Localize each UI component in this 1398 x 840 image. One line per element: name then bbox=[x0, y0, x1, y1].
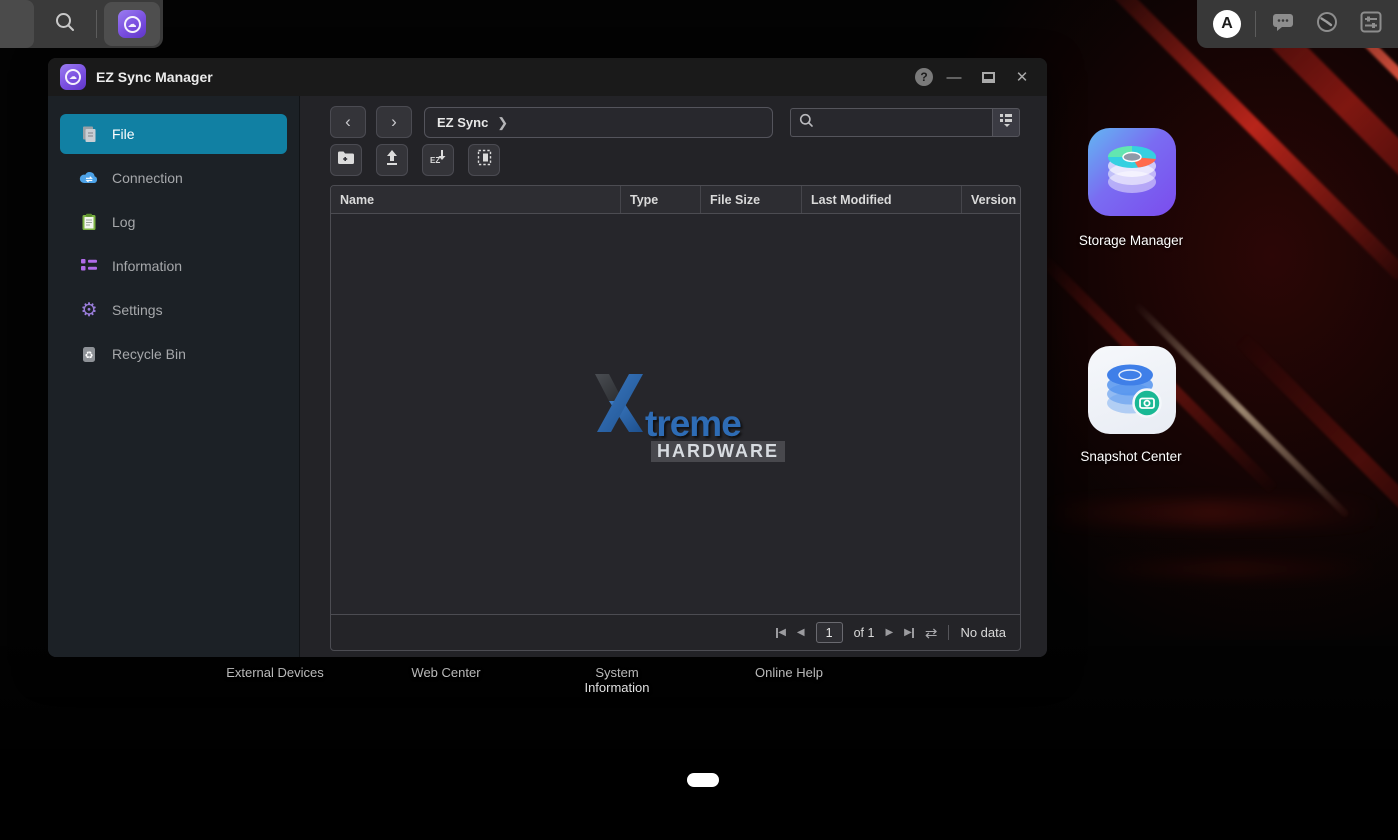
shortcut-label-external-devices[interactable]: External Devices bbox=[205, 665, 345, 680]
shortcut-label-online-help[interactable]: Online Help bbox=[729, 665, 849, 680]
window-title: EZ Sync Manager bbox=[96, 69, 907, 85]
column-header-type[interactable]: Type bbox=[621, 186, 701, 213]
forward-button[interactable]: › bbox=[376, 106, 412, 138]
status-text: No data bbox=[960, 625, 1006, 640]
breadcrumb[interactable]: EZ Sync ❯ bbox=[424, 107, 773, 138]
file-view: ‹ › EZ Sync ❯ bbox=[300, 96, 1047, 657]
column-header-filesize[interactable]: File Size bbox=[701, 186, 802, 213]
storage-manager-icon bbox=[1100, 138, 1164, 207]
sidebar-item-label: Connection bbox=[112, 170, 183, 186]
sidebar-item-settings[interactable]: ⚙ Settings bbox=[60, 290, 287, 330]
column-header-lastmodified[interactable]: Last Modified bbox=[802, 186, 962, 213]
snapshot-center-shortcut[interactable] bbox=[1088, 346, 1176, 434]
ezsync-window: ☁ EZ Sync Manager ? — ✕ File bbox=[48, 58, 1047, 657]
table-body[interactable]: treme HARDWARE bbox=[331, 214, 1020, 614]
maximize-icon bbox=[982, 72, 995, 83]
sidebar-item-information[interactable]: Information bbox=[60, 246, 287, 286]
chevron-right-icon: ❯ bbox=[497, 115, 508, 131]
window-titlebar[interactable]: ☁ EZ Sync Manager ? — ✕ bbox=[48, 58, 1047, 96]
sidebar-item-recycle-bin[interactable]: ♻ Recycle Bin bbox=[60, 334, 287, 374]
recycle-bin-icon: ♻ bbox=[79, 344, 99, 364]
taskbar-left: ☁ bbox=[0, 0, 163, 48]
last-page-button[interactable]: ▶ bbox=[904, 627, 914, 638]
upload-button[interactable] bbox=[376, 144, 408, 176]
gauge-icon bbox=[1315, 10, 1339, 39]
taskbar-right: A bbox=[1197, 0, 1398, 48]
taskbar-handle[interactable] bbox=[0, 0, 34, 48]
new-folder-button[interactable] bbox=[330, 144, 362, 176]
ezsync-app-icon: ☁ bbox=[118, 10, 146, 38]
storage-manager-shortcut[interactable] bbox=[1088, 128, 1176, 216]
sidebar-item-log[interactable]: Log bbox=[60, 202, 287, 242]
shortcut-label-web-center[interactable]: Web Center bbox=[386, 665, 506, 680]
ezsync-window-icon: ☁ bbox=[60, 64, 86, 90]
file-icon bbox=[79, 124, 99, 144]
close-button[interactable]: ✕ bbox=[1009, 64, 1035, 90]
column-header-name[interactable]: Name bbox=[331, 186, 621, 213]
sidebar-item-label: Log bbox=[112, 214, 135, 230]
back-button[interactable]: ‹ bbox=[330, 106, 366, 138]
sidebar: File Connection Log bbox=[48, 96, 300, 657]
global-search-button[interactable] bbox=[38, 2, 92, 46]
new-folder-icon bbox=[337, 150, 355, 170]
selection-rect-icon bbox=[477, 149, 492, 171]
shortcut-label-system-information[interactable]: System Information bbox=[572, 665, 662, 695]
maximize-button[interactable] bbox=[975, 64, 1001, 90]
upload-icon bbox=[384, 149, 400, 171]
help-button[interactable]: ? bbox=[915, 68, 933, 86]
sidebar-item-file[interactable]: File bbox=[60, 114, 287, 154]
search-icon bbox=[799, 113, 814, 133]
preferences-button[interactable] bbox=[1354, 7, 1388, 41]
cloud-connection-icon bbox=[79, 168, 99, 188]
user-avatar[interactable]: A bbox=[1213, 10, 1241, 38]
xtreme-x-glyph bbox=[593, 372, 645, 439]
watermark-treme-text: treme bbox=[645, 409, 741, 439]
refresh-icon[interactable]: ⇄ bbox=[925, 624, 938, 642]
log-clipboard-icon bbox=[79, 212, 99, 232]
pagination-bar: ◀ ◀ of 1 ▶ ▶ ⇄ No data bbox=[331, 614, 1020, 650]
svg-text:EZ: EZ bbox=[430, 156, 440, 165]
sidebar-item-label: File bbox=[112, 126, 135, 142]
snapshot-center-icon bbox=[1100, 355, 1164, 426]
taskbar-pill-handle[interactable] bbox=[687, 773, 719, 787]
ezsync-download-button[interactable]: EZ bbox=[422, 144, 454, 176]
file-table: Name Type File Size Last Modified Versio… bbox=[330, 185, 1021, 651]
shortcut-label: Snapshot Center bbox=[1061, 449, 1201, 464]
watermark-hardware-text: HARDWARE bbox=[651, 441, 785, 462]
svg-text:♻: ♻ bbox=[85, 351, 94, 362]
gear-icon: ⚙ bbox=[79, 300, 99, 320]
sidebar-item-label: Information bbox=[112, 258, 182, 274]
page-number-input[interactable] bbox=[816, 622, 843, 643]
divider bbox=[948, 625, 949, 640]
notifications-button[interactable] bbox=[1266, 7, 1300, 41]
table-header: Name Type File Size Last Modified Versio… bbox=[331, 186, 1020, 214]
column-header-version[interactable]: Version bbox=[962, 186, 1020, 213]
activity-monitor-button[interactable] bbox=[1310, 7, 1344, 41]
search-field[interactable] bbox=[790, 108, 992, 137]
breadcrumb-path: EZ Sync bbox=[437, 115, 488, 130]
chat-bubble-icon bbox=[1272, 12, 1294, 37]
xtreme-hardware-watermark: treme HARDWARE bbox=[593, 372, 813, 462]
next-page-button[interactable]: ▶ bbox=[885, 627, 893, 638]
search-icon bbox=[54, 11, 76, 38]
page-count-label: of 1 bbox=[854, 626, 875, 640]
search-area bbox=[790, 108, 1020, 137]
shortcut-label: Storage Manager bbox=[1061, 233, 1201, 248]
sliders-icon bbox=[1360, 11, 1382, 38]
first-page-button[interactable]: ◀ bbox=[776, 627, 786, 638]
sidebar-item-connection[interactable]: Connection bbox=[60, 158, 287, 198]
select-mode-button[interactable] bbox=[468, 144, 500, 176]
desktop: ☁ A ☁ EZ Sync Manager bbox=[0, 0, 1398, 840]
sidebar-item-label: Settings bbox=[112, 302, 163, 318]
sidebar-item-label: Recycle Bin bbox=[112, 346, 186, 362]
list-view-icon bbox=[999, 113, 1013, 132]
previous-page-button[interactable]: ◀ bbox=[797, 627, 805, 638]
taskbar-app-ezsync[interactable]: ☁ bbox=[104, 2, 160, 46]
search-input[interactable] bbox=[820, 115, 970, 130]
information-list-icon bbox=[79, 256, 99, 276]
view-options-button[interactable] bbox=[992, 108, 1020, 137]
minimize-button[interactable]: — bbox=[941, 64, 967, 90]
ez-download-icon: EZ bbox=[429, 149, 447, 171]
